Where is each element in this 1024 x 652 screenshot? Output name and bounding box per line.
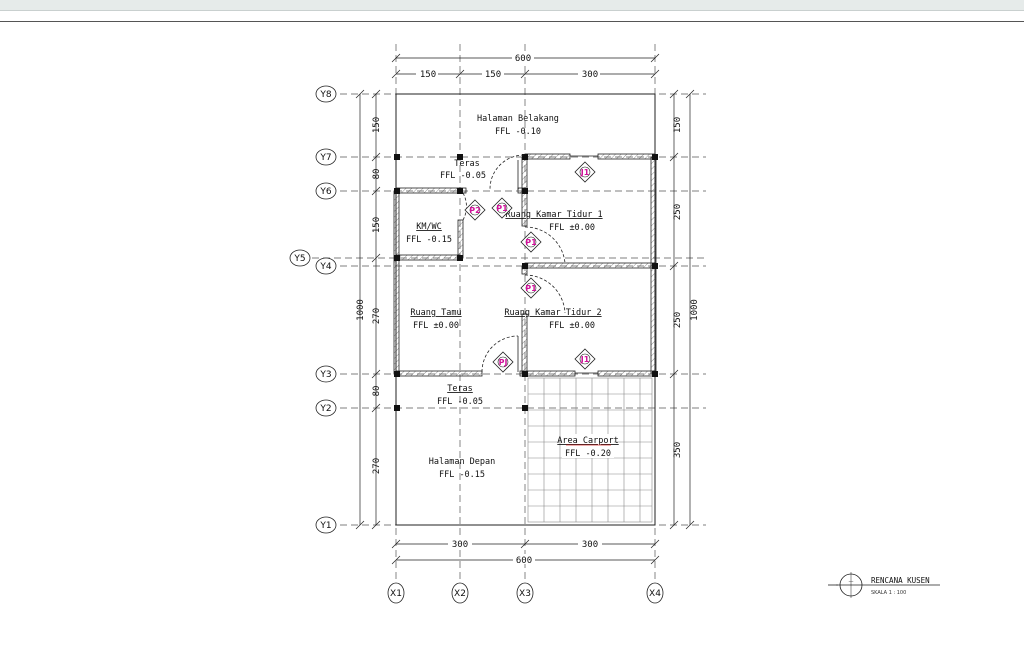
title-block: — RENCANA KUSEN SKALA 1 : 100 <box>828 572 940 598</box>
room-name-halaman-depan: Halaman Depan <box>429 457 496 467</box>
dim-left-total: 1000 <box>356 299 366 321</box>
grid-label-y6: Y6 <box>319 187 331 197</box>
dim-left-seg5: 80 <box>372 386 382 397</box>
room-name-teras-atas: Teras <box>454 159 480 169</box>
grid-label-y5: Y5 <box>293 254 305 264</box>
room-name-kamar2: Ruang Kamar Tidur 2 <box>504 308 601 318</box>
tag-pj: PJ <box>492 351 514 373</box>
grid-label-y2: Y2 <box>319 404 331 414</box>
dim-left-seg3: 150 <box>372 217 382 233</box>
title-block-scale: SKALA 1 : 100 <box>871 590 906 596</box>
room-level-kamar1: FFL ±0.00 <box>549 223 595 233</box>
grid-label-y1: Y1 <box>319 521 331 531</box>
title-block-title: RENCANA KUSEN <box>871 576 930 585</box>
dim-top-seg1: 150 <box>420 70 436 80</box>
room-level-ruang-tamu: FFL ±0.00 <box>413 321 459 331</box>
grid-label-y4: Y4 <box>319 262 331 272</box>
grid-label-y3: Y3 <box>319 370 331 380</box>
tag-j1-upper: J1 <box>574 161 596 183</box>
grid-label-x1: X1 <box>390 589 402 599</box>
dim-bottom-seg2: 300 <box>582 540 598 550</box>
room-level-halaman-depan: FFL -0.15 <box>439 470 485 480</box>
title-block-bubble-top: — <box>849 579 854 585</box>
grid-label-y8: Y8 <box>319 90 331 100</box>
room-level-halaman-belakang: FFL -0.10 <box>495 127 541 137</box>
tag-p1-kamar1: P1 <box>520 231 542 253</box>
svg-text:PJ: PJ <box>499 358 508 367</box>
dimension-right: 150 250 250 350 1000 <box>669 89 700 530</box>
dim-left-seg2: 80 <box>372 169 382 180</box>
dimension-top: 600 150 150 300 <box>391 52 660 80</box>
dim-top-seg3: 300 <box>582 70 598 80</box>
dim-top-total: 600 <box>515 54 531 64</box>
tag-j1-lower: J1 <box>574 348 596 370</box>
room-name-teras-bawah: Teras <box>447 384 473 394</box>
dim-bottom-total: 600 <box>516 556 532 566</box>
dim-right-seg1: 150 <box>673 117 683 133</box>
dim-top-seg2: 150 <box>485 70 501 80</box>
svg-text:J1: J1 <box>580 355 590 364</box>
room-level-kmwc: FFL -0.15 <box>406 235 452 245</box>
room-name-ruang-tamu: Ruang Tamu <box>410 308 461 318</box>
dim-right-seg3: 250 <box>673 312 683 328</box>
svg-text:P1: P1 <box>525 238 537 247</box>
dimension-left: 1000 150 80 150 270 80 270 <box>355 89 382 530</box>
tag-p2: P2 <box>464 199 486 221</box>
room-level-teras-atas: FFL -0.05 <box>440 171 486 181</box>
room-level-carport: FFL -0.20 <box>565 449 611 459</box>
dimension-bottom: 300 300 600 <box>391 538 660 566</box>
dim-left-seg4: 270 <box>372 308 382 324</box>
grid-label-x4: X4 <box>649 589 661 599</box>
grid-label-x3: X3 <box>519 589 531 599</box>
grid-bubbles-x: X1 X2 X3 X4 <box>387 582 664 604</box>
svg-text:P1: P1 <box>525 284 537 293</box>
svg-text:P2: P2 <box>469 206 480 215</box>
dim-left-seg6: 270 <box>372 458 382 474</box>
room-name-kmwc: KM/WC <box>416 222 442 232</box>
dim-right-total: 1000 <box>690 299 700 321</box>
grid-bubbles-y: Y8 Y7 Y6 Y5 Y4 Y3 Y2 Y1 <box>289 85 337 534</box>
room-name-halaman-belakang: Halaman Belakang <box>477 114 559 124</box>
grid-label-x2: X2 <box>454 589 466 599</box>
room-level-kamar2: FFL ±0.00 <box>549 321 595 331</box>
dim-right-seg2: 250 <box>673 204 683 220</box>
floor-plan-drawing: 600 150 150 300 300 300 600 1000 150 80 … <box>289 44 940 604</box>
room-level-teras-bawah: FFL -0.05 <box>437 397 483 407</box>
svg-text:J1: J1 <box>580 168 590 177</box>
dim-bottom-seg1: 300 <box>452 540 468 550</box>
room-name-carport: Area Carport <box>557 436 618 446</box>
dim-right-seg4: 350 <box>673 442 683 458</box>
tag-p1-kamar2: P1 <box>520 277 542 299</box>
svg-text:P1: P1 <box>496 204 508 213</box>
dim-left-seg1: 150 <box>372 117 382 133</box>
room-name-kamar1: Ruang Kamar Tidur 1 <box>505 210 602 220</box>
grid-label-y7: Y7 <box>319 153 331 163</box>
